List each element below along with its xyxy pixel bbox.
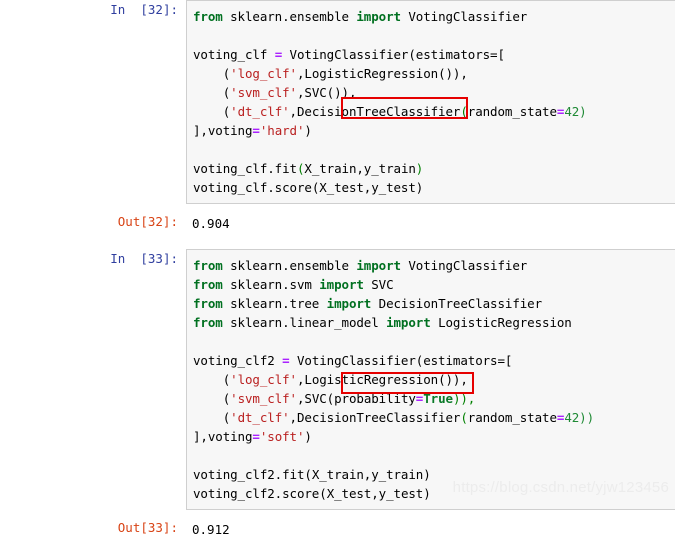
- code-cell-32[interactable]: In [32]: from sklearn.ensemble import Vo…: [0, 0, 675, 204]
- score-args-1: X_test,y_test: [319, 180, 416, 195]
- voting-kwarg-pre-2: ],voting: [193, 429, 253, 444]
- code-source-33[interactable]: from sklearn.ensemble import VotingClass…: [193, 256, 675, 503]
- assign-operator-2: =: [282, 353, 290, 368]
- tuple-open-6: (: [193, 410, 231, 425]
- string-svm-clf-2: 'svm_clf': [230, 391, 297, 406]
- assign-operator: =: [274, 47, 283, 62]
- imported-name: VotingClassifier: [400, 9, 528, 24]
- keyword-import-1: import: [356, 258, 401, 273]
- output-cell-33: Out[33]: 0.912: [0, 518, 675, 541]
- constructor-call: VotingClassifier(estimators=[: [282, 47, 505, 62]
- keyword-import-3: import: [326, 296, 372, 311]
- code-cell-33[interactable]: In [33]: from sklearn.ensemble import Vo…: [0, 249, 675, 510]
- string-dt-clf: 'dt_clf': [230, 104, 290, 119]
- module-path-2: sklearn.svm: [222, 277, 320, 292]
- fit-args-2: X_train,y_train: [311, 467, 424, 482]
- constant-true: True: [423, 391, 453, 406]
- constructor-call-2: VotingClassifier(estimators=[: [289, 353, 513, 368]
- fit-paren-close-1: ): [415, 161, 424, 176]
- imported-name-3: DecisionTreeClassifier: [371, 296, 543, 311]
- module-path-3: sklearn.tree: [222, 296, 327, 311]
- string-svm-clf: 'svm_clf': [230, 85, 297, 100]
- string-log-clf-2: 'log_clf': [230, 372, 297, 387]
- tuple-open-4: (: [193, 372, 231, 387]
- voting-kwarg-pre-1: ],voting: [193, 123, 253, 138]
- fit-paren-open-2: (: [304, 467, 312, 482]
- kwarg-random-state-2: random_state: [467, 410, 557, 425]
- tuple-open-2: (: [193, 85, 231, 100]
- spacer-between-cells: [0, 235, 675, 249]
- score-paren-close-2: ): [423, 486, 431, 501]
- tuple-open-5: (: [193, 391, 231, 406]
- tuple-open-1: (: [193, 66, 231, 81]
- fit-paren-close-2: ): [423, 467, 431, 482]
- tuple-open-3: (: [193, 104, 231, 119]
- score-paren-open-2: (: [319, 486, 327, 501]
- input-prompt-32: In [32]:: [110, 2, 178, 17]
- input-prompt-33: In [33]:: [110, 251, 178, 266]
- keyword-from-2: from: [193, 277, 223, 292]
- estimator-logreg-2: ,LogisticRegression()),: [296, 372, 468, 387]
- score-call-name-1: voting_clf.score: [193, 180, 312, 195]
- fit-call-name-1: voting_clf.fit: [193, 161, 297, 176]
- jupyter-notebook: In [32]: from sklearn.ensemble import Vo…: [0, 0, 675, 537]
- keyword-import-4: import: [386, 315, 431, 330]
- string-dt-clf-2: 'dt_clf': [230, 410, 290, 425]
- kwarg-value-42-2: 42)): [564, 410, 595, 425]
- output-area-33: 0.912: [186, 518, 675, 541]
- keyword-from: from: [193, 9, 223, 24]
- output-value-33: 0.912: [192, 522, 230, 537]
- imported-name-4: LogisticRegression: [430, 315, 572, 330]
- var-voting-clf2: voting_clf2: [193, 353, 283, 368]
- score-paren-close-1: ): [415, 180, 424, 195]
- code-input-area-33[interactable]: from sklearn.ensemble import VotingClass…: [186, 249, 675, 510]
- estimator-logreg: ,LogisticRegression()),: [296, 66, 468, 81]
- keyword-from-1: from: [193, 258, 223, 273]
- voting-close-2: ): [304, 429, 312, 444]
- estimator-dtree: ,DecisionTreeClassifier: [289, 104, 461, 119]
- keyword-from-4: from: [193, 315, 223, 330]
- var-voting-clf: voting_clf: [193, 47, 275, 62]
- output-prompt-32: Out[32]:: [117, 214, 178, 229]
- output-cell-32: Out[32]: 0.904: [0, 212, 675, 235]
- keyword-import-2: import: [319, 277, 364, 292]
- code-source-32[interactable]: from sklearn.ensemble import VotingClass…: [193, 7, 675, 197]
- score-args-2: X_test,y_test: [326, 486, 424, 501]
- voting-close-1: ): [304, 123, 312, 138]
- output-prompt-33: Out[33]:: [117, 520, 178, 535]
- spacer-after-input-32: [0, 204, 675, 212]
- voting-operator-2: =: [252, 429, 260, 444]
- string-hard: 'hard': [259, 123, 305, 138]
- kwarg-value-42-1: 42): [564, 104, 587, 119]
- paren-open-highlighted-1: (: [460, 104, 468, 119]
- imported-name-2: SVC: [363, 277, 394, 292]
- fit-call-name-2: voting_clf2.fit: [193, 467, 305, 482]
- string-soft: 'soft': [259, 429, 305, 444]
- estimator-svc-2: ,SVC(probability: [296, 391, 416, 406]
- watermark-text: https://blog.csdn.net/yjw123456: [452, 479, 669, 496]
- string-log-clf: 'log_clf': [230, 66, 297, 81]
- voting-operator-1: =: [252, 123, 260, 138]
- kwarg-random-state-1: random_state: [467, 104, 557, 119]
- score-call-name-2: voting_clf2.score: [193, 486, 320, 501]
- spacer-after-input-33: [0, 510, 675, 518]
- svc-close-parens: )),: [452, 391, 476, 406]
- output-value-32: 0.904: [192, 216, 230, 231]
- module-path-4: sklearn.linear_model: [222, 315, 387, 330]
- estimator-dtree-2: ,DecisionTreeClassifier: [289, 410, 461, 425]
- estimator-svc: ,SVC()),: [296, 85, 357, 100]
- module-path-1: sklearn.ensemble: [222, 258, 357, 273]
- output-area-32: 0.904: [186, 212, 675, 235]
- keyword-from-3: from: [193, 296, 223, 311]
- fit-args-1: X_train,y_train: [304, 161, 416, 176]
- module-path: sklearn.ensemble: [222, 9, 357, 24]
- imported-name-1: VotingClassifier: [400, 258, 528, 273]
- keyword-import: import: [356, 9, 401, 24]
- paren-open-highlighted-2: (: [460, 410, 468, 425]
- code-input-area-32[interactable]: from sklearn.ensemble import VotingClass…: [186, 0, 675, 204]
